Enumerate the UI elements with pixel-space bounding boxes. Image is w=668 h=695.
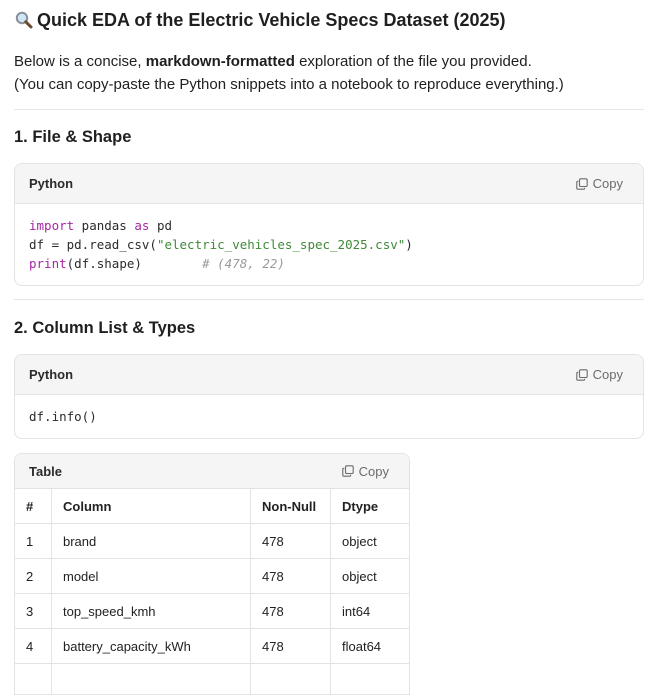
table-header-bar: Table Copy [15, 454, 409, 489]
code-token: pd [149, 218, 172, 233]
copy-icon [576, 178, 588, 190]
table-row [15, 664, 409, 695]
code-language-label: Python [29, 367, 73, 382]
code-block-file-shape: Python Copy import pandas as pddf = pd.r… [14, 163, 644, 286]
code-block-header: Python Copy [15, 355, 643, 395]
column-types-table: Table Copy # Column Non-Null Dtype 1bran… [14, 453, 410, 695]
table-cell: model [52, 559, 251, 594]
code-body: df.info() [15, 395, 643, 438]
code-token: # (478, 22) [202, 256, 285, 271]
table-row: 1brand478object [15, 524, 409, 559]
intro-line-1-prefix: Below is a concise, [14, 53, 146, 70]
divider [14, 109, 644, 110]
table-cell: battery_capacity_kWh [52, 629, 251, 664]
table-cell: 4 [15, 629, 52, 664]
divider [14, 299, 644, 300]
code-token: import [29, 218, 74, 233]
code-token: pandas [74, 218, 134, 233]
column-header: Column [52, 489, 251, 524]
table-cell [251, 664, 331, 695]
code-token: df.info() [29, 409, 97, 424]
page-title-text: Quick EDA of the Electric Vehicle Specs … [37, 8, 506, 32]
code-line: import pandas as pd [29, 216, 629, 235]
copy-icon [576, 369, 588, 381]
table-cell: object [331, 559, 410, 594]
table-cell: 478 [251, 559, 331, 594]
code-token: df = pd.read_csv( [29, 237, 157, 252]
intro-line-2: (You can copy-paste the Python snippets … [14, 73, 644, 96]
intro-line-1-bold: markdown-formatted [146, 53, 295, 70]
copy-icon [342, 465, 354, 477]
table-row: 2model478object [15, 559, 409, 594]
intro-line-1: Below is a concise, markdown-formatted e… [14, 50, 644, 73]
table-header-row: # Column Non-Null Dtype [15, 489, 409, 524]
code-token: "electric_vehicles_spec_2025.csv" [157, 237, 405, 252]
code-token: as [134, 218, 149, 233]
table-cell: 2 [15, 559, 52, 594]
table-cell: int64 [331, 594, 410, 629]
intro-text: Below is a concise, markdown-formatted e… [14, 50, 644, 96]
table-cell: float64 [331, 629, 410, 664]
copy-code-button[interactable]: Copy [576, 176, 623, 191]
column-header: Non-Null [251, 489, 331, 524]
code-line: df = pd.read_csv("electric_vehicles_spec… [29, 235, 629, 254]
table-cell: object [331, 524, 410, 559]
code-block-column-list: Python Copy df.info() [14, 354, 644, 439]
code-token: (df.shape) [67, 256, 202, 271]
code-block-header: Python Copy [15, 164, 643, 204]
copy-code-button[interactable]: Copy [576, 367, 623, 382]
table-body: 1brand478object2model478object3top_speed… [15, 524, 409, 695]
section-heading-column-list: 2. Column List & Types [14, 317, 195, 339]
table-row: 4battery_capacity_kWh478float64 [15, 629, 409, 664]
code-body: import pandas as pddf = pd.read_csv("ele… [15, 204, 643, 285]
code-line: print(df.shape) # (478, 22) [29, 254, 629, 273]
code-token: print [29, 256, 67, 271]
table-cell: 1 [15, 524, 52, 559]
table-cell: 478 [251, 594, 331, 629]
code-line: df.info() [29, 407, 629, 426]
copy-label: Copy [359, 464, 389, 479]
table-cell: 478 [251, 629, 331, 664]
table-cell: 3 [15, 594, 52, 629]
table-cell: 478 [251, 524, 331, 559]
table-cell [331, 664, 410, 695]
copy-label: Copy [593, 176, 623, 191]
section-heading-file-shape: 1. File & Shape [14, 126, 131, 148]
column-header: Dtype [331, 489, 410, 524]
data-table: # Column Non-Null Dtype 1brand478object2… [15, 489, 409, 695]
table-cell: top_speed_kmh [52, 594, 251, 629]
code-token: ) [405, 237, 413, 252]
table-row: 3top_speed_kmh478int64 [15, 594, 409, 629]
table-cell: brand [52, 524, 251, 559]
intro-line-1-suffix: exploration of the file you provided. [295, 53, 532, 70]
column-header: # [15, 489, 52, 524]
table-cell [15, 664, 52, 695]
code-language-label: Python [29, 176, 73, 191]
copy-label: Copy [593, 367, 623, 382]
page-title: Quick EDA of the Electric Vehicle Specs … [14, 8, 506, 32]
table-label: Table [29, 464, 62, 479]
copy-table-button[interactable]: Copy [342, 464, 389, 479]
table-cell [52, 664, 251, 695]
magnifier-icon [14, 10, 34, 30]
